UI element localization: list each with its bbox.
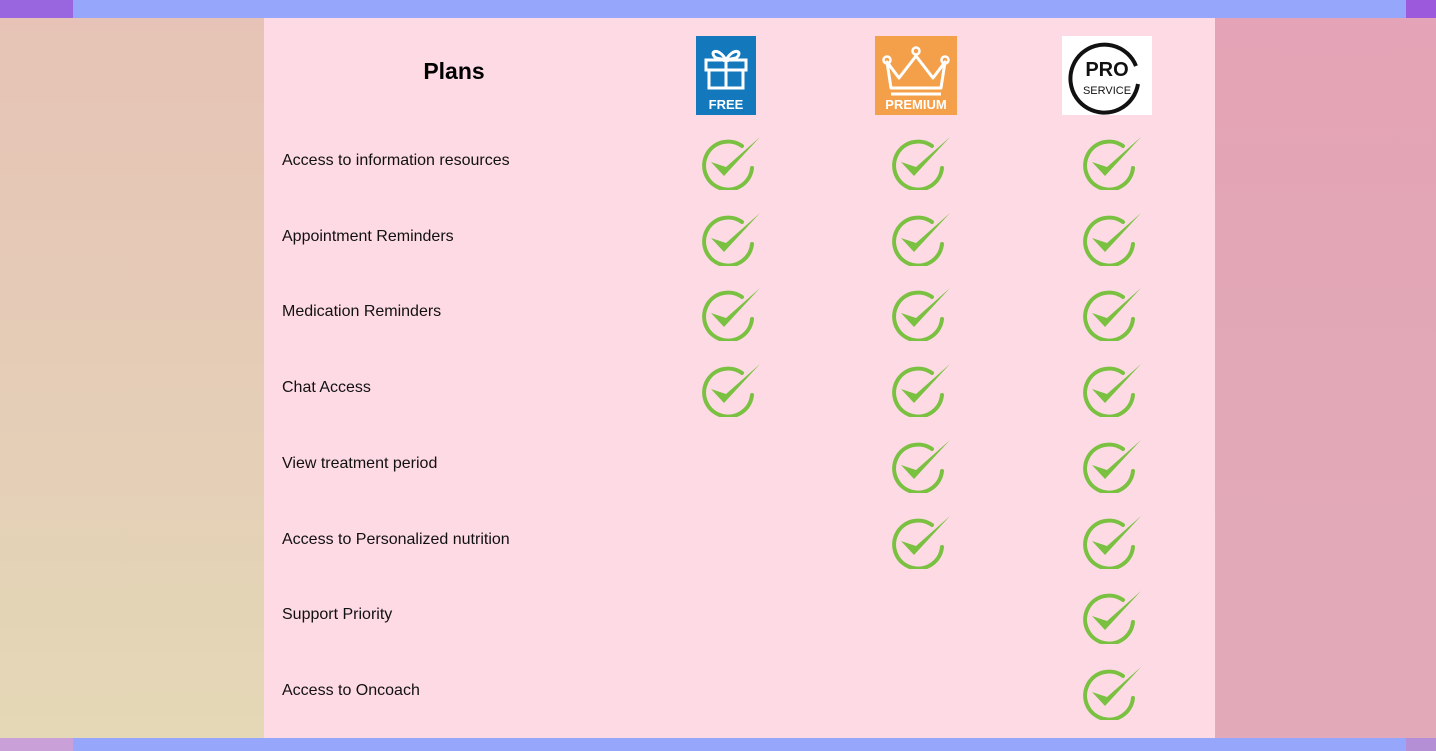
plan-free-label: FREE	[709, 97, 744, 112]
check-icon	[696, 210, 764, 266]
feature-label: Access to Oncoach	[282, 681, 420, 699]
check-icon	[886, 437, 954, 493]
check-icon	[1077, 361, 1145, 418]
check-icon	[1077, 285, 1145, 342]
feature-row: Medication Reminders	[264, 274, 1215, 350]
check-icon	[696, 285, 764, 342]
feature-row: Appointment Reminders	[264, 199, 1215, 275]
gift-icon: FREE	[696, 36, 756, 115]
right-background	[1215, 18, 1436, 738]
check-icon	[886, 134, 954, 190]
left-background	[0, 18, 264, 738]
top-bar	[0, 0, 1436, 18]
feature-label: View treatment period	[282, 454, 438, 472]
feature-row: Access to Personalized nutrition	[264, 502, 1215, 578]
plans-title: Plans	[423, 58, 485, 84]
plan-premium-label: PREMIUM	[885, 97, 946, 112]
plans-comparison-panel: Plans FREE PREMIUM PRO SERVICE Access to…	[264, 18, 1215, 738]
check-icon	[886, 361, 954, 418]
plan-premium[interactable]: PREMIUM	[875, 36, 957, 115]
feature-label: Access to Personalized nutrition	[282, 530, 510, 548]
check-icon	[886, 210, 954, 266]
bottom-bar	[0, 738, 1436, 751]
plan-service-label: SERVICE	[1083, 85, 1131, 97]
check-icon	[886, 285, 954, 342]
plan-pro-label: PRO	[1085, 59, 1128, 81]
check-icon	[1077, 134, 1145, 190]
feature-row: Access to information resources	[264, 123, 1215, 199]
check-icon	[1077, 664, 1145, 720]
check-icon	[696, 134, 764, 190]
feature-row: View treatment period	[264, 426, 1215, 502]
feature-row: Access to Oncoach	[264, 653, 1215, 729]
check-icon	[1077, 437, 1145, 493]
check-icon	[696, 361, 764, 418]
check-icon	[886, 513, 954, 569]
check-icon	[1077, 588, 1145, 645]
feature-label: Support Priority	[282, 606, 393, 624]
crown-icon: PREMIUM	[875, 36, 957, 115]
plan-pro-service[interactable]: PRO SERVICE	[1062, 36, 1152, 115]
feature-row: Chat Access	[264, 350, 1215, 426]
feature-label: Chat Access	[282, 379, 371, 397]
pro-service-badge-icon: PRO SERVICE	[1062, 36, 1152, 115]
feature-label: Medication Reminders	[282, 303, 442, 321]
feature-label: Appointment Reminders	[282, 227, 454, 245]
check-icon	[1077, 513, 1145, 569]
feature-row: Support Priority	[264, 577, 1215, 653]
plan-free[interactable]: FREE	[696, 36, 756, 115]
feature-label: Access to information resources	[282, 152, 510, 169]
check-icon	[1077, 210, 1145, 266]
